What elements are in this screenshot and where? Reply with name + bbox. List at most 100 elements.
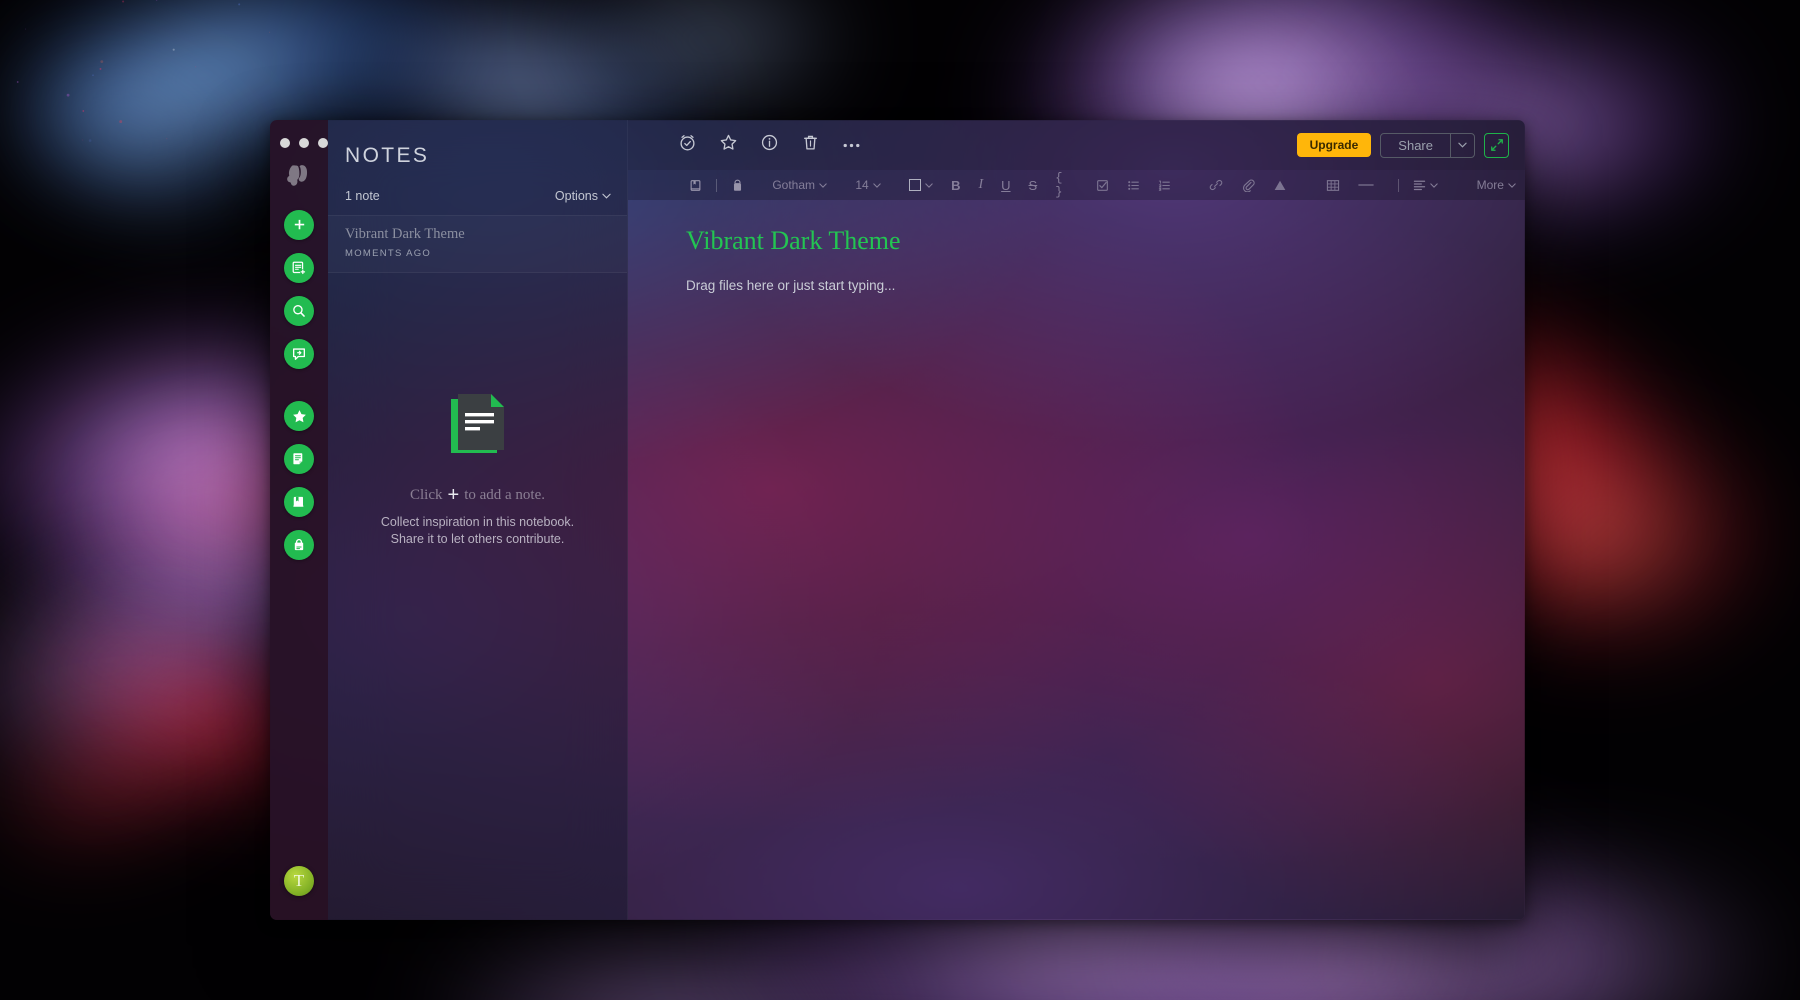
options-label: Options	[554, 189, 598, 203]
sidebar-item-work-chat[interactable]	[284, 339, 314, 369]
note-action-icons	[678, 133, 861, 157]
notebook-selector[interactable]	[680, 179, 711, 192]
notebook-icon	[690, 179, 701, 191]
chevron-down-icon	[1430, 182, 1438, 188]
chevron-down-icon	[873, 182, 881, 188]
new-note-icon	[292, 261, 306, 275]
note-list-rows: Vibrant Dark Theme MOMENTS AGO	[328, 215, 627, 273]
font-size-selector[interactable]: 14	[846, 178, 889, 192]
chevron-down-icon	[925, 182, 933, 188]
avatar-container[interactable]: T	[284, 866, 314, 896]
sidebar-item-tags[interactable]	[284, 530, 314, 560]
align-left-icon	[1413, 180, 1426, 191]
note-row-title: Vibrant Dark Theme	[345, 226, 465, 242]
sidebar-item-new-note[interactable]	[284, 253, 314, 283]
expand-button[interactable]	[1484, 132, 1509, 158]
expand-arrows-icon	[1490, 139, 1503, 151]
table-icon	[1326, 179, 1340, 191]
toolbar-divider	[716, 178, 717, 192]
window-controls[interactable]	[280, 138, 328, 148]
sidebar-item-notebooks[interactable]	[284, 487, 314, 517]
bullet-list-icon	[1127, 180, 1139, 190]
empty-state: Click + to add a note. Collect inspirati…	[328, 393, 627, 547]
work-chat-icon	[293, 348, 305, 360]
star-icon	[292, 409, 306, 422]
checkbox-icon	[1096, 179, 1108, 191]
formatting-toolbar: Gotham 14 B I U S {} More	[628, 170, 1525, 200]
text-color-selector[interactable]	[900, 179, 942, 191]
chevron-down-icon	[1458, 142, 1467, 148]
empty-state-prefix: Click	[410, 486, 443, 503]
plus-icon	[294, 219, 304, 229]
font-family-selector[interactable]: Gotham	[763, 178, 836, 192]
tag-icon	[294, 538, 304, 551]
sidebar-item-notes[interactable]	[284, 444, 314, 474]
numbered-list-button[interactable]	[1149, 179, 1180, 192]
tag-icon	[733, 179, 742, 191]
strikethrough-button[interactable]: S	[1020, 178, 1047, 193]
note-toolbar: Upgrade Share	[628, 120, 1525, 170]
google-drive-button[interactable]	[1264, 179, 1296, 192]
page-title: NOTES	[345, 144, 430, 167]
horizontal-rule-button[interactable]	[1349, 183, 1383, 187]
italic-button[interactable]: I	[969, 177, 992, 193]
share-dropdown-button[interactable]	[1450, 133, 1474, 157]
sidebar-item-new[interactable]	[284, 210, 314, 240]
search-icon	[293, 305, 305, 317]
horizontal-rule-icon	[1358, 184, 1374, 186]
bold-button[interactable]: B	[942, 178, 969, 193]
star-icon[interactable]	[719, 133, 738, 157]
options-button[interactable]: Options	[555, 189, 611, 203]
tag-selector[interactable]	[722, 179, 753, 192]
list-item[interactable]: Vibrant Dark Theme MOMENTS AGO	[328, 215, 627, 273]
trash-icon[interactable]	[801, 133, 820, 157]
more-formatting-button[interactable]: More	[1468, 178, 1525, 192]
attachment-button[interactable]	[1232, 178, 1264, 192]
note-content-area[interactable]: Vibrant Dark Theme Drag files here or ju…	[628, 200, 1525, 920]
info-icon[interactable]	[760, 133, 779, 157]
empty-state-sub-line-1: Collect inspiration in this notebook.	[380, 515, 575, 529]
more-dots-icon[interactable]	[842, 136, 861, 154]
toolbar-divider	[1398, 178, 1399, 192]
link-icon	[1210, 179, 1223, 191]
bullet-list-button[interactable]	[1118, 179, 1149, 192]
evernote-window: T NOTES 1 note Options Vibrant Dark Them…	[270, 120, 1525, 920]
sidebar-primary-actions	[284, 210, 314, 369]
chevron-down-icon	[602, 193, 611, 199]
sidebar-item-search[interactable]	[284, 296, 314, 326]
note-body-placeholder[interactable]: Drag files here or just start typing...	[686, 278, 1525, 293]
numbered-list-icon	[1158, 180, 1170, 191]
share-button-group: Share	[1380, 132, 1475, 158]
table-button[interactable]	[1317, 179, 1349, 192]
underline-button[interactable]: U	[992, 178, 1019, 193]
sidebar-item-shortcuts[interactable]	[284, 401, 314, 431]
link-button[interactable]	[1200, 178, 1232, 192]
notebook-icon	[293, 496, 304, 507]
sidebar-rail: T	[270, 120, 328, 920]
google-drive-icon	[1274, 180, 1286, 190]
close-button[interactable]	[280, 138, 290, 148]
note-list-header: 1 note Options	[328, 168, 627, 215]
chevron-down-icon	[819, 182, 827, 188]
checkbox-button[interactable]	[1087, 179, 1118, 192]
chevron-down-icon	[1508, 182, 1516, 188]
font-size-value: 14	[855, 178, 869, 192]
wallpaper-speckles	[16, 0, 271, 142]
text-align-selector[interactable]	[1404, 179, 1447, 191]
notes-icon	[293, 453, 303, 465]
more-label: More	[1476, 178, 1504, 192]
maximize-button[interactable]	[318, 138, 328, 148]
empty-state-sub-line-2: Share it to let others contribute.	[390, 531, 565, 546]
note-page-icon	[447, 393, 509, 459]
text-color-swatch-icon	[909, 179, 922, 191]
upgrade-button[interactable]: Upgrade	[1296, 133, 1372, 157]
share-button[interactable]: Share	[1381, 134, 1450, 157]
reminder-alarm-icon[interactable]	[678, 133, 697, 157]
code-button[interactable]: { }	[1046, 171, 1076, 199]
plus-icon: +	[447, 484, 460, 506]
empty-state-primary-line: Click + to add a note.	[346, 485, 609, 505]
note-title[interactable]: Vibrant Dark Theme	[686, 226, 1525, 256]
evernote-elephant-icon	[287, 165, 308, 186]
minimize-button[interactable]	[299, 138, 309, 148]
avatar[interactable]: T	[284, 866, 314, 896]
